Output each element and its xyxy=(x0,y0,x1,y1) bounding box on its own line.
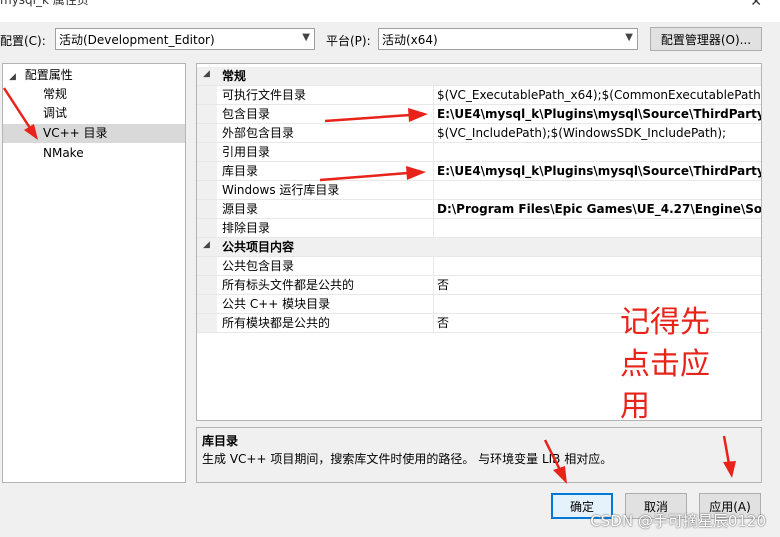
arrow-to-library-dir-icon xyxy=(319,166,426,182)
arrow-to-ok-button-icon xyxy=(543,439,567,484)
arrow-to-vc-directories-icon xyxy=(2,87,38,140)
arrow-to-include-dir-icon xyxy=(324,108,428,123)
watermark: CSDN @手可摘星辰0120 xyxy=(590,512,766,530)
arrow-to-apply-button-icon xyxy=(722,435,736,478)
annotation-arrows xyxy=(2,87,736,484)
